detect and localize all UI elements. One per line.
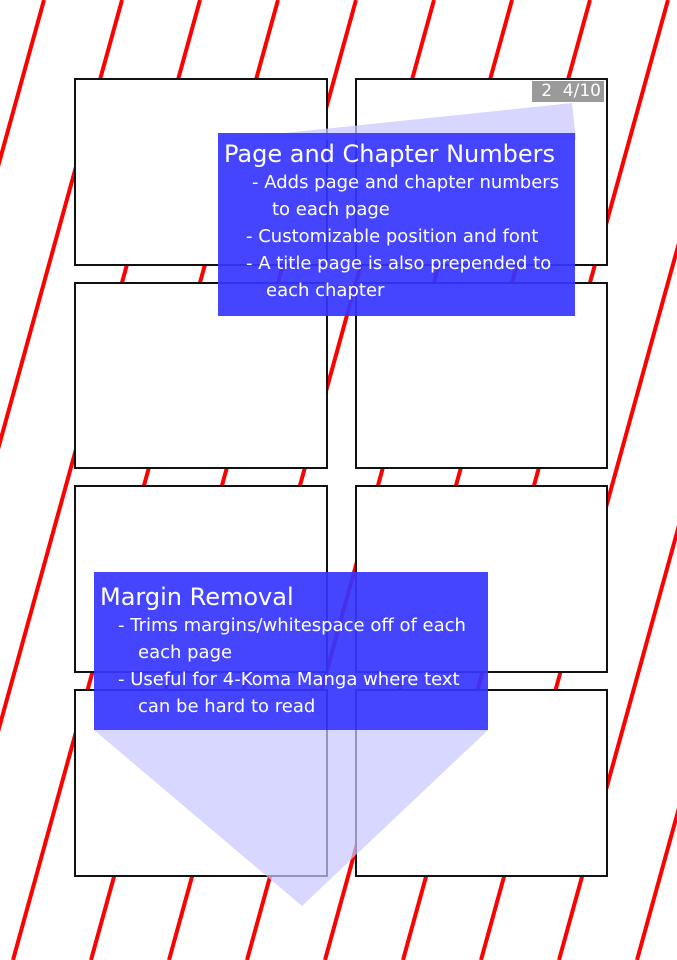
bullet-text: - A title page is also prepended to — [246, 253, 552, 274]
background-stripe — [0, 0, 46, 167]
feature-bullet: - Trims margins/whitespace off of each e… — [100, 612, 488, 666]
feature-bullet-list: - Adds page and chapter numbers to each … — [224, 169, 575, 304]
bullet-text: - Trims margins/whitespace off of each — [118, 615, 466, 636]
bullet-text-continued: to each page — [272, 199, 390, 220]
feature-bullet: - Adds page and chapter numbers to each … — [224, 169, 575, 223]
bullet-text-continued: each page — [138, 642, 233, 663]
feature-title: Page and Chapter Numbers — [224, 140, 556, 168]
feature-bullet: - Useful for 4-Koma Manga where text can… — [100, 666, 488, 720]
feature-bullet-list: - Trims margins/whitespace off of each e… — [100, 612, 488, 720]
bullet-text-continued: each chapter — [266, 280, 385, 301]
feature-title: Margin Removal — [100, 583, 294, 611]
bullet-text: - Customizable position and font — [246, 226, 539, 247]
background-stripe — [635, 807, 677, 960]
feature-bullet: - A title page is also prepended to each… — [224, 250, 575, 304]
bullet-text-continued: can be hard to read — [138, 696, 316, 717]
bullet-text: - Adds page and chapter numbers — [252, 172, 560, 193]
feature-callout-margin-removal: Margin Removal - Trims margins/whitespac… — [94, 572, 488, 730]
page-chapter-number-label: 2 4/10 — [532, 81, 604, 102]
bullet-text: - Useful for 4-Koma Manga where text — [118, 669, 460, 690]
feature-callout-page-numbers: Page and Chapter Numbers - Adds page and… — [218, 133, 575, 316]
feature-bullet: - Customizable position and font — [224, 223, 575, 250]
